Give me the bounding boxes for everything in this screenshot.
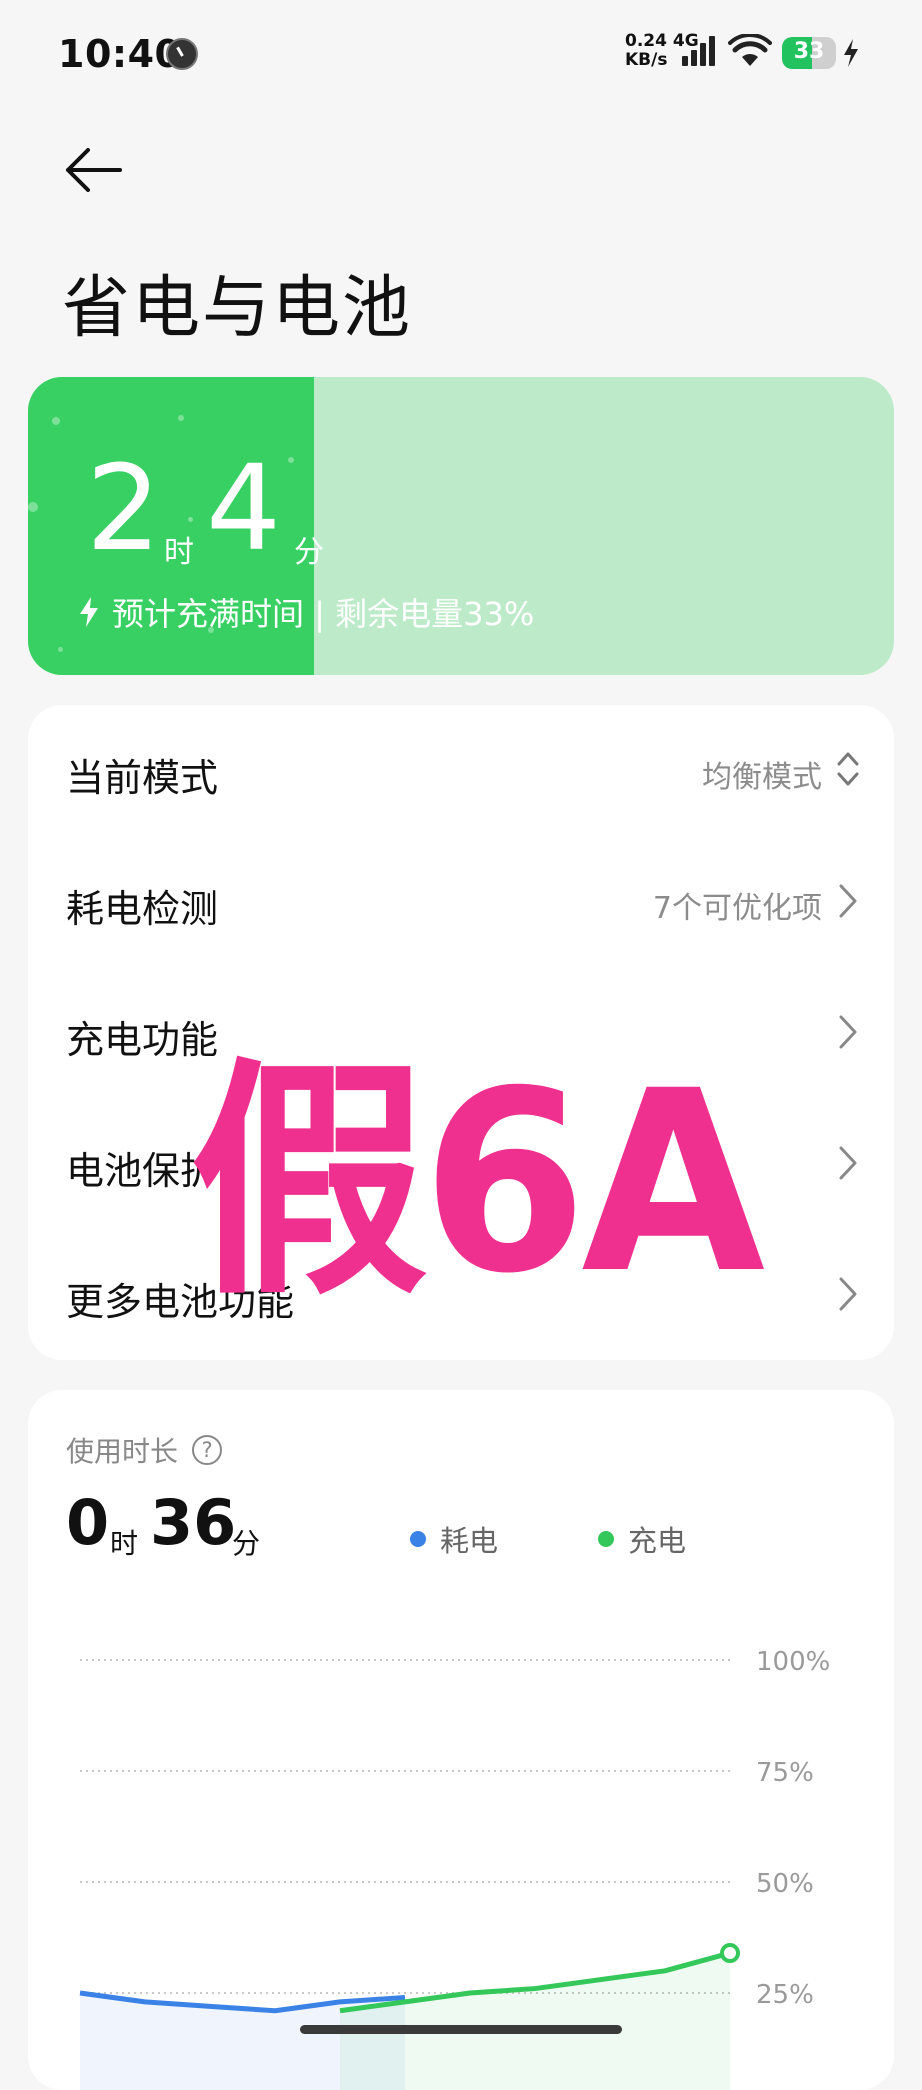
- y-tick-label: 75%: [756, 1758, 814, 1788]
- battery-status-card: 2 时 4 分 预计充满时间 | 剩余电量33%: [28, 377, 894, 675]
- chevron-up-down-icon: [837, 752, 859, 786]
- setting-row-current-mode[interactable]: 当前模式 均衡模式: [28, 705, 894, 836]
- setting-value: 7个可优化项: [652, 891, 822, 926]
- battery-icon-level: 33: [793, 39, 825, 64]
- charge-subtitle-text: 预计充满时间 | 剩余电量33%: [112, 595, 535, 633]
- battery-level-chart: 100% 75% 50% 25%: [79, 1647, 830, 2090]
- setting-label: 当前模式: [66, 756, 219, 800]
- status-time: 10:40: [58, 32, 182, 76]
- y-tick-label: 100%: [756, 1647, 830, 1677]
- status-bar: 10:40 0.24 4G KB/s 33: [0, 0, 922, 105]
- chevron-right-icon: [839, 884, 857, 918]
- setting-label: 耗电检测: [66, 887, 219, 931]
- charge-hours-unit: 时: [164, 535, 194, 570]
- setting-value: 均衡模式: [702, 760, 822, 795]
- bolt-icon: [80, 597, 98, 627]
- signal-icon: [682, 36, 715, 66]
- series-area: [340, 1953, 730, 2090]
- watermark-text: 假6A: [190, 1037, 765, 1328]
- charge-hours: 2: [86, 439, 162, 577]
- usage-card: 使用时长 ? 0 时 36 分 耗电 充电 100% 75% 50% 25%: [28, 1390, 894, 2090]
- charge-minutes-unit: 分: [294, 535, 324, 570]
- y-tick-label: 50%: [756, 1869, 814, 1899]
- charge-subtitle: 预计充满时间 | 剩余电量33%: [78, 589, 534, 635]
- chevron-right-icon: [839, 1277, 857, 1311]
- speed-value: 0.24: [625, 31, 667, 51]
- charge-minutes: 4: [206, 439, 282, 577]
- chevron-right-icon: [839, 1015, 857, 1049]
- wifi-icon: [728, 34, 772, 66]
- charging-bolt-icon: [844, 39, 858, 67]
- current-point: [720, 1943, 740, 1964]
- setting-row-power-detection[interactable]: 耗电检测 7个可优化项: [28, 836, 894, 967]
- page-title: 省电与电池: [62, 269, 413, 348]
- back-arrow-icon[interactable]: [64, 148, 124, 192]
- battery-icon: 33: [782, 37, 836, 69]
- chevron-right-icon: [839, 1146, 857, 1180]
- clock-icon: [166, 38, 198, 70]
- y-tick-label: 25%: [756, 1980, 814, 2010]
- speed-unit: KB/s: [625, 50, 668, 70]
- home-indicator[interactable]: [300, 2025, 622, 2034]
